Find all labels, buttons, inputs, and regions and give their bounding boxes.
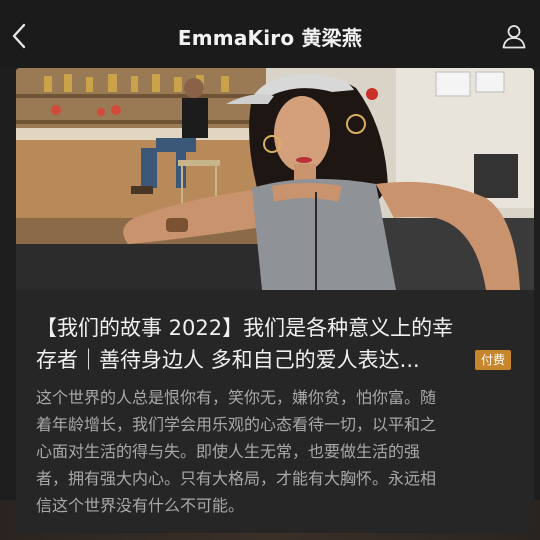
article-description-line: 心面对生活的得与失。即使人生无常，也要做生活的强	[36, 442, 421, 461]
article-title: 【我们的故事 2022】我们是各种意义上的幸 存者｜善待身边人 多和自己的爱人表…	[36, 312, 516, 376]
article-description-line: 这个世界的人总是恨你有，笑你无，嫌你贫，怕你富。随	[36, 388, 437, 407]
article-card[interactable]: 【我们的故事 2022】我们是各种意义上的幸 存者｜善待身边人 多和自己的爱人表…	[16, 68, 534, 533]
profile-button[interactable]	[498, 20, 530, 52]
user-icon	[502, 25, 526, 49]
paid-badge: 付费	[475, 350, 511, 370]
article-description-line: 着年龄增长，我们学会用乐观的心态看待一切，以平和之	[36, 415, 437, 434]
cover-photo	[16, 68, 534, 290]
article-title-line: 【我们的故事 2022】我们是各种意义上的幸	[36, 316, 454, 340]
article-description-line: 者，拥有强大内心。只有大格局，才能有大胸怀。永远相	[36, 469, 437, 488]
article-title-line: 存者｜善待身边人 多和自己的爱人表达...	[36, 348, 420, 372]
article-description-line: 信这个世界没有什么不可能。	[36, 496, 245, 515]
article-description: 这个世界的人总是恨你有，笑你无，嫌你贫，怕你富。随 着年龄增长，我们学会用乐观的…	[36, 384, 522, 519]
top-nav-bar: EmmaKiro 黄梁燕	[0, 0, 540, 68]
page-title: EmmaKiro 黄梁燕	[177, 26, 363, 50]
